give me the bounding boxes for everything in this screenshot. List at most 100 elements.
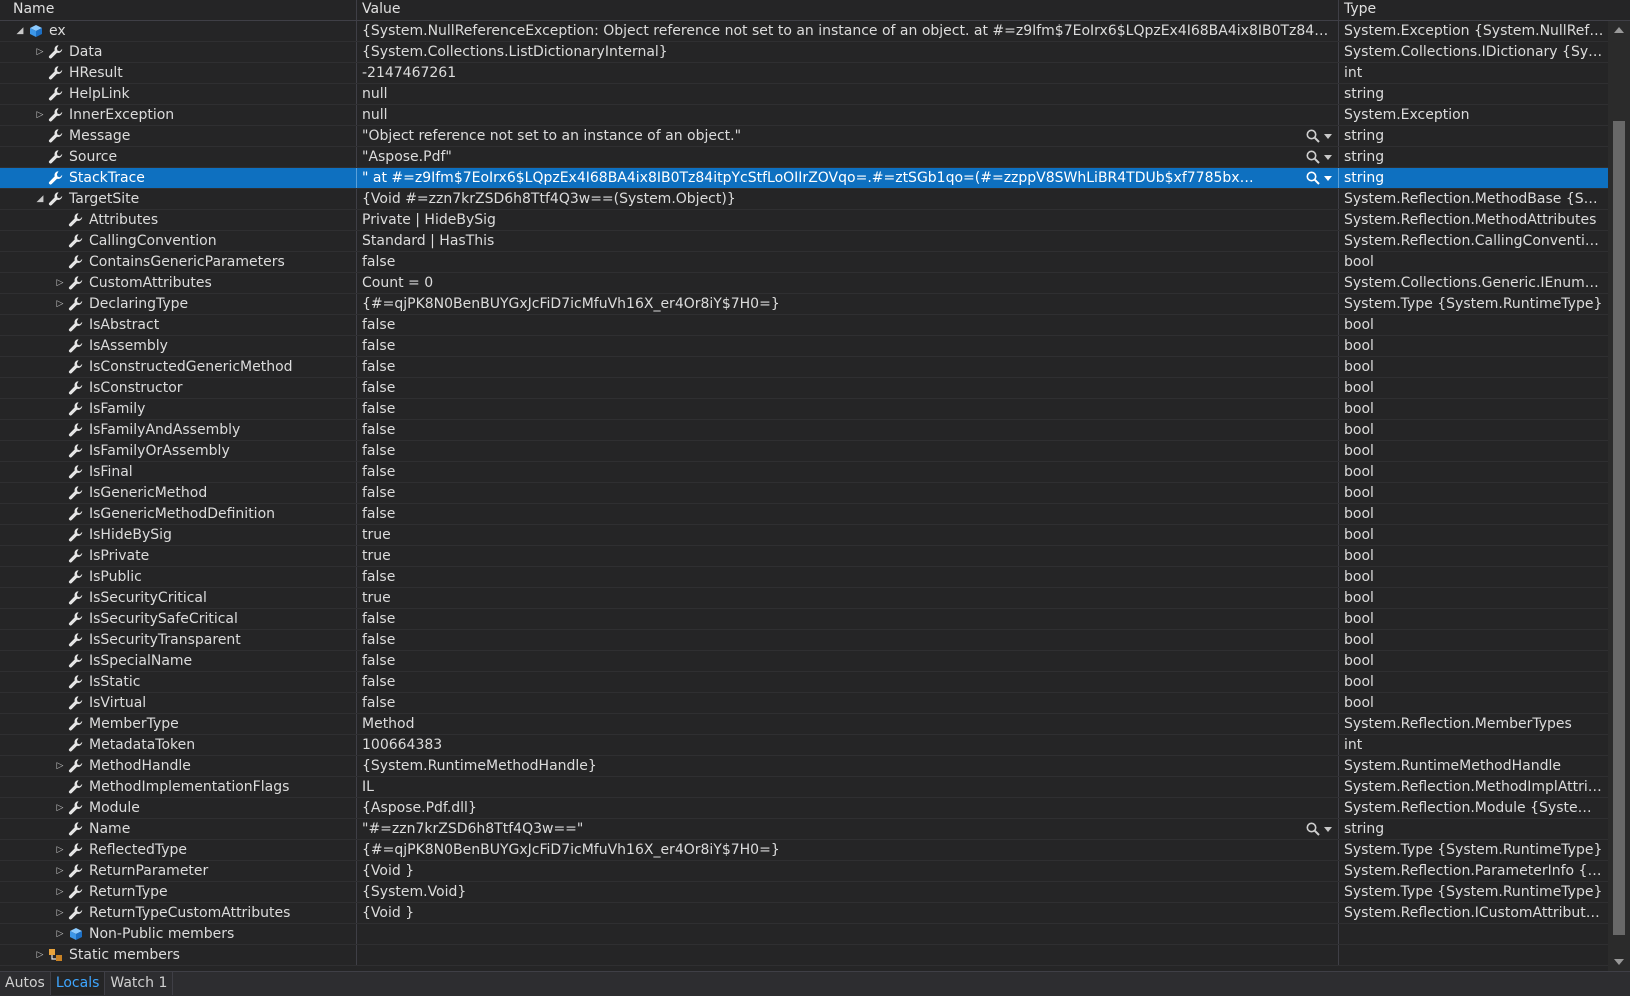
expand-arrow-icon[interactable]: ▷ xyxy=(33,45,47,59)
expand-arrow-icon[interactable]: ▷ xyxy=(33,108,47,122)
collapse-arrow-icon[interactable]: ◢ xyxy=(33,192,47,206)
expand-arrow-icon[interactable]: ▷ xyxy=(53,864,67,878)
name-cell[interactable]: ▷ CustomAttributes xyxy=(0,273,357,293)
variable-row[interactable]: ▷ Data {System.Collections.ListDictionaryI… xyxy=(0,42,1608,63)
name-cell[interactable]: IsFamilyAndAssembly xyxy=(0,420,357,440)
value-cell[interactable]: {System.Collections.ListDictionaryIntern… xyxy=(357,42,1339,62)
variable-row[interactable]: IsSecurityCritical true bool xyxy=(0,588,1608,609)
expand-arrow-icon[interactable]: ▷ xyxy=(53,885,67,899)
value-cell[interactable]: {Aspose.Pdf.dll} xyxy=(357,798,1339,818)
name-cell[interactable]: IsConstructedGenericMethod xyxy=(0,357,357,377)
value-cell[interactable]: false xyxy=(357,504,1339,524)
variable-row[interactable]: ▷ InnerException null System.Exception xyxy=(0,105,1608,126)
value-cell[interactable]: {#=qjPK8N0BenBUYGxJcFiD7icMfuVh16X_er4Or… xyxy=(357,840,1339,860)
value-cell[interactable]: " at #=z9Ifm$7EoIrx6$LQpzEx4I68BA4ix8IB0… xyxy=(357,168,1339,188)
expand-arrow-icon[interactable]: ▷ xyxy=(53,927,67,941)
variable-row[interactable]: IsFinal false bool xyxy=(0,462,1608,483)
value-cell[interactable]: Standard | HasThis xyxy=(357,231,1339,251)
value-cell[interactable]: false xyxy=(357,651,1339,671)
value-cell[interactable]: {System.Void} xyxy=(357,882,1339,902)
variable-row[interactable]: ▷ Static members xyxy=(0,945,1608,966)
value-cell[interactable]: false xyxy=(357,357,1339,377)
variable-row[interactable]: IsGenericMethod false bool xyxy=(0,483,1608,504)
variable-row[interactable]: IsFamilyOrAssembly false bool xyxy=(0,441,1608,462)
value-cell[interactable]: false xyxy=(357,672,1339,692)
name-cell[interactable]: ContainsGenericParameters xyxy=(0,252,357,272)
dropdown-arrow-icon[interactable] xyxy=(1324,133,1332,139)
variable-row[interactable]: Name "#=zzn7krZSD6h8Ttf4Q3w==" string xyxy=(0,819,1608,840)
variable-row[interactable]: MemberType Method System.Reflection.Member… xyxy=(0,714,1608,735)
expand-arrow-icon[interactable]: ▷ xyxy=(53,801,67,815)
variable-row[interactable]: Message "Object reference not set to an i… xyxy=(0,126,1608,147)
variable-row[interactable]: IsStatic false bool xyxy=(0,672,1608,693)
name-cell[interactable]: ▷ ReturnParameter xyxy=(0,861,357,881)
variable-row[interactable]: StackTrace " at #=z9Ifm$7EoIrx6$LQpzEx4I6… xyxy=(0,168,1608,189)
expand-arrow-icon[interactable]: ▷ xyxy=(53,759,67,773)
value-cell[interactable]: false xyxy=(357,630,1339,650)
variable-row[interactable]: IsSpecialName false bool xyxy=(0,651,1608,672)
variable-row[interactable]: HResult -2147467261 int xyxy=(0,63,1608,84)
variable-row[interactable]: CallingConvention Standard | HasThis Syste… xyxy=(0,231,1608,252)
column-header-name[interactable]: Name xyxy=(0,0,357,20)
name-cell[interactable]: Name xyxy=(0,819,357,839)
value-cell[interactable]: {Void } xyxy=(357,861,1339,881)
variable-row[interactable]: IsAssembly false bool xyxy=(0,336,1608,357)
name-cell[interactable]: IsSecuritySafeCritical xyxy=(0,609,357,629)
scroll-up-button[interactable] xyxy=(1608,21,1630,39)
value-cell[interactable]: false xyxy=(357,252,1339,272)
scroll-down-button[interactable] xyxy=(1608,953,1630,971)
value-cell[interactable]: false xyxy=(357,693,1339,713)
tab-locals[interactable]: Locals xyxy=(50,972,106,995)
variable-row[interactable]: IsVirtual false bool xyxy=(0,693,1608,714)
variable-row[interactable]: ▷ MethodHandle {System.RuntimeMethodHandle… xyxy=(0,756,1608,777)
variable-row[interactable]: MetadataToken 100664383 int xyxy=(0,735,1608,756)
name-cell[interactable]: IsPublic xyxy=(0,567,357,587)
value-cell[interactable]: false xyxy=(357,336,1339,356)
value-cell[interactable]: Private | HideBySig xyxy=(357,210,1339,230)
value-cell[interactable]: false xyxy=(357,378,1339,398)
name-cell[interactable]: IsAssembly xyxy=(0,336,357,356)
value-cell[interactable]: {System.RuntimeMethodHandle} xyxy=(357,756,1339,776)
variable-row[interactable]: ▷ Module {Aspose.Pdf.dll} System.Reflection… xyxy=(0,798,1608,819)
text-visualizer-button[interactable] xyxy=(1305,170,1332,186)
name-cell[interactable]: IsHideBySig xyxy=(0,525,357,545)
variable-row[interactable]: ▷ ReturnTypeCustomAttributes {Void } System… xyxy=(0,903,1608,924)
value-cell[interactable]: false xyxy=(357,441,1339,461)
name-cell[interactable]: ◢ ex xyxy=(0,21,357,41)
value-cell[interactable]: "Object reference not set to an instance… xyxy=(357,126,1339,146)
scrollbar-thumb[interactable] xyxy=(1613,121,1625,935)
variable-row[interactable]: IsHideBySig true bool xyxy=(0,525,1608,546)
value-cell[interactable] xyxy=(357,945,1339,965)
value-cell[interactable]: "#=zzn7krZSD6h8Ttf4Q3w==" xyxy=(357,819,1339,839)
variable-row[interactable]: HelpLink null string xyxy=(0,84,1608,105)
expand-arrow-icon[interactable]: ▷ xyxy=(53,906,67,920)
value-cell[interactable]: "Aspose.Pdf" xyxy=(357,147,1339,167)
value-cell[interactable]: true xyxy=(357,588,1339,608)
name-cell[interactable]: IsPrivate xyxy=(0,546,357,566)
value-cell[interactable]: false xyxy=(357,567,1339,587)
value-cell[interactable]: Count = 0 xyxy=(357,273,1339,293)
expand-arrow-icon[interactable]: ▷ xyxy=(53,276,67,290)
value-cell[interactable]: false xyxy=(357,462,1339,482)
variable-row[interactable]: ▷ Non-Public members xyxy=(0,924,1608,945)
value-cell[interactable]: {#=qjPK8N0BenBUYGxJcFiD7icMfuVh16X_er4Or… xyxy=(357,294,1339,314)
variable-row[interactable]: IsSecurityTransparent false bool xyxy=(0,630,1608,651)
name-cell[interactable]: IsSecurityCritical xyxy=(0,588,357,608)
name-cell[interactable]: IsSecurityTransparent xyxy=(0,630,357,650)
value-cell[interactable]: {Void } xyxy=(357,903,1339,923)
value-cell[interactable]: false xyxy=(357,483,1339,503)
column-header-value[interactable]: Value xyxy=(357,0,1339,20)
text-visualizer-button[interactable] xyxy=(1305,128,1332,144)
name-cell[interactable]: ▷ Module xyxy=(0,798,357,818)
name-cell[interactable]: ▷ InnerException xyxy=(0,105,357,125)
tab-watch-1[interactable]: Watch 1 xyxy=(105,972,174,995)
value-cell[interactable]: Method xyxy=(357,714,1339,734)
name-cell[interactable]: IsAbstract xyxy=(0,315,357,335)
name-cell[interactable]: Message xyxy=(0,126,357,146)
name-cell[interactable]: ▷ Data xyxy=(0,42,357,62)
name-cell[interactable]: HelpLink xyxy=(0,84,357,104)
name-cell[interactable]: ▷ Static members xyxy=(0,945,357,965)
vertical-scrollbar[interactable] xyxy=(1608,21,1630,971)
variable-row[interactable]: ContainsGenericParameters false bool xyxy=(0,252,1608,273)
name-cell[interactable]: Source xyxy=(0,147,357,167)
